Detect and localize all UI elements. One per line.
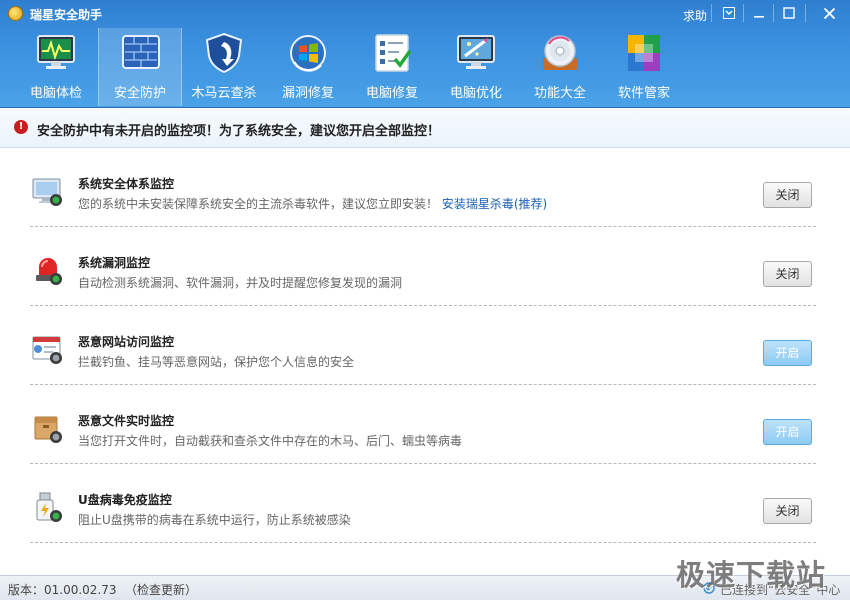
- nav-label: 软件管家: [617, 86, 670, 101]
- warning-icon: !: [14, 120, 28, 134]
- disc-tools-icon: [543, 35, 577, 70]
- monitor-description: 当您打开文件时，自动截获和查杀文件中存在的木马、后门、蠕虫等病毒: [78, 434, 463, 448]
- divider: [743, 4, 744, 22]
- help-link[interactable]: 求助: [683, 7, 707, 24]
- monitor-list: 系统安全体系监控 您的系统中未安装保障系统安全的主流杀毒软件，建议您立即安装！ …: [0, 148, 850, 575]
- monitor-row: 系统安全体系监控 您的系统中未安装保障系统安全的主流杀毒软件，建议您立即安装！ …: [30, 148, 816, 227]
- nav-item-checkup[interactable]: 电脑体检: [14, 28, 98, 106]
- title-bar: 瑞星安全助手 求助: [0, 0, 850, 26]
- monitor-description: 阻止U盘携带的病毒在系统中运行，防止系统被感染: [78, 513, 351, 527]
- nav-label: 木马云查杀: [191, 86, 257, 101]
- warning-text: 安全防护中有未开启的监控项！为了系统安全，建议您开启全部监控！: [37, 124, 441, 139]
- description-text: 您的系统中未安装保障系统安全的主流杀毒软件，建议您立即安装！: [78, 197, 439, 211]
- header: 瑞星安全助手 求助 电脑体检 安全防护 木马云查杀 漏洞修复 电脑修复 电脑优化…: [0, 0, 850, 108]
- malicious-site-toggle-button[interactable]: 开启: [763, 340, 812, 366]
- maximize-icon: [783, 7, 795, 19]
- nav-label: 电脑优化: [449, 86, 502, 101]
- menu-icon: [723, 7, 735, 19]
- screen-monitor-icon: [32, 178, 62, 206]
- warning-bar: ! 安全防护中有未开启的监控项！为了系统安全，建议您开启全部监控！: [0, 108, 850, 148]
- divider: [711, 4, 712, 22]
- file-realtime-toggle-button[interactable]: 开启: [763, 419, 812, 445]
- system-security-toggle-button[interactable]: 关闭: [763, 182, 812, 208]
- check-update-link[interactable]: （检查更新）: [125, 581, 197, 598]
- close-icon: [823, 7, 835, 19]
- nav-label: 功能大全: [533, 86, 586, 101]
- maximize-button[interactable]: [776, 2, 802, 24]
- usb-drive-icon: [36, 492, 62, 522]
- monitor-row: U盘病毒免疫监控 阻止U盘携带的病毒在系统中运行，防止系统被感染 关闭: [30, 464, 816, 543]
- checklist-icon: [375, 34, 412, 72]
- nav-label: 漏洞修复: [281, 86, 334, 101]
- minimize-icon: [754, 16, 764, 18]
- firewall-brick-icon: [122, 35, 160, 69]
- monitor-row: 系统漏洞监控 自动检测系统漏洞、软件漏洞，并及时提醒您修复发现的漏洞 关闭: [30, 227, 816, 306]
- nav-item-protection[interactable]: 安全防护: [98, 28, 182, 106]
- install-antivirus-link[interactable]: 安装瑞星杀毒(推荐): [442, 197, 547, 211]
- divider: [773, 4, 774, 22]
- monitor-description: 拦截钓鱼、挂马等恶意网站，保护您个人信息的安全: [78, 355, 355, 369]
- software-blocks-icon: [628, 35, 660, 71]
- monitor-description: 您的系统中未安装保障系统安全的主流杀毒软件，建议您立即安装！ 安装瑞星杀毒(推荐…: [78, 195, 547, 212]
- monitor-row: 恶意文件实时监控 当您打开文件时，自动截获和查杀文件中存在的木马、后门、蠕虫等病…: [30, 385, 816, 464]
- usb-immunity-toggle-button[interactable]: 关闭: [763, 498, 812, 524]
- nav-item-software-manager[interactable]: 软件管家: [602, 28, 686, 106]
- nav-label: 电脑修复: [365, 86, 418, 101]
- version-label: 版本：01.00.02.73: [8, 583, 117, 597]
- monitor-checkup-icon: [37, 35, 75, 69]
- monitor-description: 自动检测系统漏洞、软件漏洞，并及时提醒您修复发现的漏洞: [78, 276, 403, 290]
- main-nav: 电脑体检 安全防护 木马云查杀 漏洞修复 电脑修复 电脑优化 功能大全 软件管家: [14, 28, 686, 106]
- optimize-brush-icon: [457, 35, 495, 69]
- nav-item-features[interactable]: 功能大全: [518, 28, 602, 106]
- close-button[interactable]: [812, 2, 846, 24]
- nav-item-vuln-fix[interactable]: 漏洞修复: [266, 28, 350, 106]
- file-box-icon: [34, 416, 62, 443]
- nav-item-trojan-scan[interactable]: 木马云查杀: [182, 28, 266, 106]
- divider: [805, 4, 806, 22]
- monitor-title: 系统安全体系监控: [78, 177, 175, 191]
- nav-label: 电脑体检: [29, 86, 82, 101]
- alarm-light-icon: [36, 258, 62, 285]
- menu-button[interactable]: [716, 2, 742, 24]
- browser-window-icon: [32, 336, 62, 364]
- windows-update-icon: [290, 35, 326, 72]
- nav-label: 安全防护: [113, 86, 166, 101]
- watermark-logo: 极速下载站: [676, 558, 827, 592]
- monitor-row: 恶意网站访问监控 拦截钓鱼、挂马等恶意网站，保护您个人信息的安全 开启: [30, 306, 816, 385]
- monitor-title: 系统漏洞监控: [78, 256, 151, 270]
- app-title: 瑞星安全助手: [30, 8, 103, 22]
- monitor-title: 恶意文件实时监控: [78, 414, 175, 428]
- vulnerability-toggle-button[interactable]: 关闭: [763, 261, 812, 287]
- monitor-title: U盘病毒免疫监控: [78, 493, 172, 507]
- nav-item-optimize[interactable]: 电脑优化: [434, 28, 518, 106]
- app-logo-icon: [8, 6, 23, 21]
- minimize-button[interactable]: [746, 2, 772, 24]
- nav-item-pc-repair[interactable]: 电脑修复: [350, 28, 434, 106]
- monitor-title: 恶意网站访问监控: [78, 335, 175, 349]
- shield-arrow-icon: [205, 32, 243, 74]
